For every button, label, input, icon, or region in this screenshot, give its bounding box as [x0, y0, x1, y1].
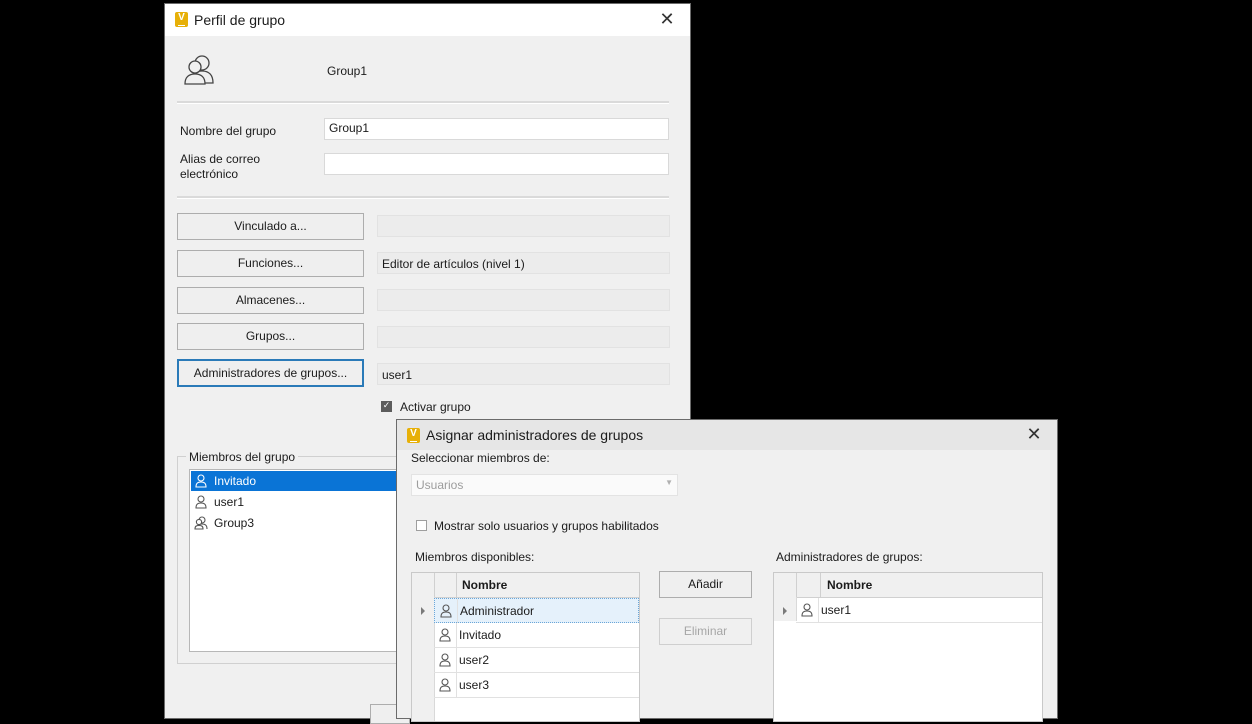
table-row[interactable]: user3	[434, 673, 639, 698]
group-admins-button[interactable]: Administradores de grupos...	[177, 359, 364, 387]
select-members-label: Seleccionar miembros de:	[411, 451, 550, 465]
chevron-down-icon: ▼	[665, 478, 673, 487]
grid-header: Nombre	[412, 573, 639, 598]
available-members-label: Miembros disponibles:	[415, 550, 535, 564]
list-item-label: Group3	[214, 516, 255, 530]
app-icon: V	[175, 12, 188, 27]
email-alias-label: Alias de correo electrónico	[180, 152, 261, 181]
close-icon[interactable]: ✕	[652, 5, 682, 35]
user-icon	[440, 604, 452, 618]
activate-group-label: Activar grupo	[400, 400, 471, 414]
group-members-list[interactable]: Invitado user1 Group3	[189, 469, 409, 652]
window-title: Asignar administradores de grupos	[426, 427, 644, 443]
row-indicator-icon	[421, 607, 425, 615]
user-icon	[801, 603, 813, 617]
list-item[interactable]: Invitado	[191, 471, 407, 491]
user-icon	[195, 495, 207, 509]
group-name-field[interactable]: Group1	[324, 118, 669, 140]
members-source-value: Usuarios	[416, 478, 464, 492]
warehouses-value	[377, 289, 670, 311]
activate-group-checkbox[interactable]: ✓	[381, 401, 392, 412]
table-cell-name: user1	[821, 603, 852, 617]
show-only-enabled-checkbox[interactable]	[416, 520, 427, 531]
list-item[interactable]: user1	[191, 492, 407, 512]
functions-value: Editor de artículos (nivel 1)	[377, 252, 670, 274]
user-icon	[439, 628, 451, 642]
groups-button[interactable]: Grupos...	[177, 323, 364, 350]
group-admins-grid[interactable]: Nombre user1	[773, 572, 1043, 722]
add-button[interactable]: Añadir	[659, 571, 752, 598]
available-members-grid[interactable]: Nombre Administrador Invitado user2 user…	[411, 572, 640, 722]
list-item-label: user1	[214, 495, 245, 509]
close-icon[interactable]: ✕	[1019, 420, 1049, 450]
members-source-select[interactable]: Usuarios ▼	[411, 474, 678, 496]
remove-button[interactable]: Eliminar	[659, 618, 752, 645]
group-icon	[194, 516, 208, 530]
group-name-heading: Group1	[327, 64, 368, 78]
window-title: Perfil de grupo	[194, 12, 286, 28]
group-admins-label: Administradores de grupos:	[776, 550, 923, 564]
table-cell-name: Invitado	[459, 628, 502, 642]
list-item-label: Invitado	[214, 474, 257, 488]
table-row[interactable]: Invitado	[434, 623, 639, 648]
warehouses-button[interactable]: Almacenes...	[177, 287, 364, 314]
title-bar: V Perfil de grupo ✕	[165, 4, 690, 36]
app-icon: V	[407, 428, 420, 443]
list-item[interactable]: Group3	[191, 513, 407, 533]
separator	[177, 196, 669, 199]
user-icon	[195, 474, 207, 488]
row-gutter	[412, 597, 435, 721]
groups-value	[377, 326, 670, 348]
assign-admins-window: V Asignar administradores de grupos ✕ Se…	[397, 420, 1057, 722]
table-cell-name: user3	[459, 678, 490, 692]
row-indicator-icon	[783, 607, 787, 615]
group-members-label: Miembros del grupo	[186, 450, 299, 464]
functions-button[interactable]: Funciones...	[177, 250, 364, 277]
group-avatar-icon	[184, 55, 214, 85]
grid-header: Nombre	[774, 573, 1042, 598]
linked-to-button[interactable]: Vinculado a...	[177, 213, 364, 240]
column-header-name[interactable]: Nombre	[462, 573, 507, 597]
column-header-name[interactable]: Nombre	[827, 573, 872, 597]
user-icon	[439, 653, 451, 667]
group-name-label: Nombre del grupo	[180, 124, 277, 138]
email-alias-field[interactable]	[324, 153, 669, 175]
user-icon	[439, 678, 451, 692]
separator	[177, 101, 669, 104]
table-row[interactable]: user2	[434, 648, 639, 673]
table-row[interactable]: Administrador	[434, 598, 639, 623]
table-cell-name: Administrador	[460, 604, 535, 618]
table-cell-name: user2	[459, 653, 490, 667]
show-only-enabled-label: Mostrar solo usuarios y grupos habilitad…	[434, 519, 659, 533]
table-row[interactable]: user1	[796, 598, 1042, 623]
linked-to-value	[377, 215, 670, 237]
title-bar: V Asignar administradores de grupos ✕	[397, 420, 1057, 450]
group-admins-value: user1	[377, 363, 670, 385]
